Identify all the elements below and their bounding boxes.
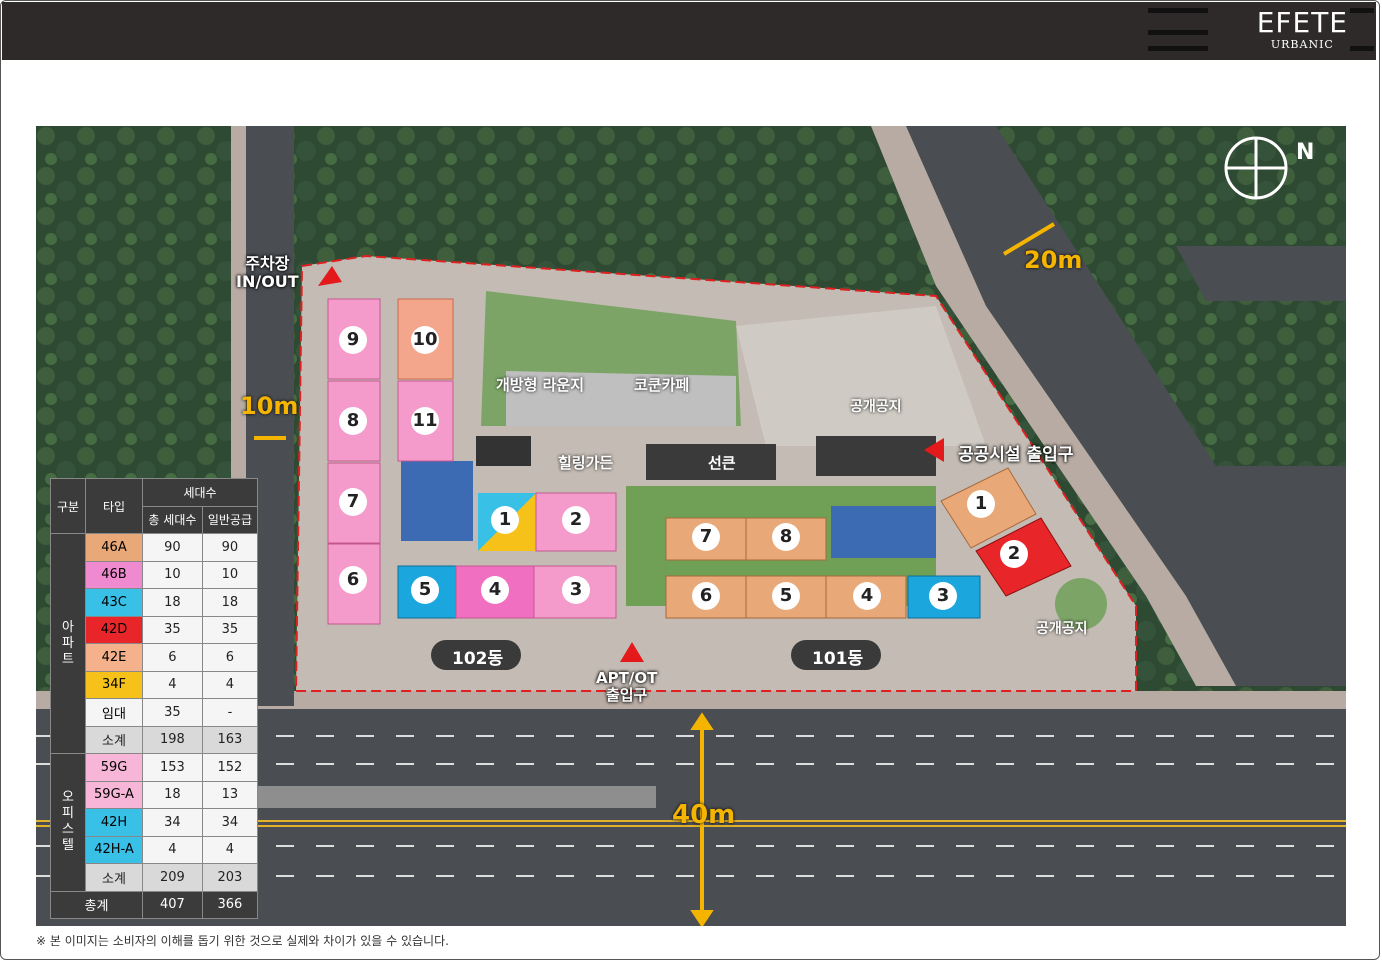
general-cell: 152 bbox=[201, 753, 259, 782]
total-cell: 4 bbox=[142, 670, 203, 699]
general-cell: 4 bbox=[201, 835, 259, 864]
general-cell: 6 bbox=[201, 643, 259, 672]
bldg102-unit-marker: 7 bbox=[339, 488, 367, 516]
parking-label-1: 주차장 bbox=[245, 254, 290, 273]
general-cell: 10 bbox=[201, 560, 259, 589]
grand-total-total: 407 bbox=[142, 890, 203, 919]
parking-label-2: IN/OUT bbox=[236, 272, 299, 291]
bldg-101-label: 101동 bbox=[812, 649, 864, 669]
header-bar: EFETE URBANIC bbox=[2, 2, 1376, 60]
household-table: 구분 타입 세대수 총 세대수 일반공급 아 파 트 46A 90 90 46B 10 10 43… bbox=[50, 478, 259, 919]
bldg-102-label: 102동 bbox=[452, 649, 504, 669]
sunken-label: 선큰 bbox=[708, 454, 736, 472]
subtotal-label: 소계 bbox=[85, 725, 143, 754]
table-row: 오 피 스 텔 59G 153 152 bbox=[50, 753, 259, 892]
bldg102-unit-marker: 8 bbox=[339, 407, 367, 435]
table-row: 아 파 트 46A 90 90 bbox=[50, 533, 259, 754]
road-10m-label: 10m bbox=[240, 392, 299, 420]
open-space-right-label: 공개공지 bbox=[1036, 621, 1088, 637]
bldg102-unit-marker: 11 bbox=[411, 407, 439, 435]
subtotal-label: 소계 bbox=[85, 863, 143, 892]
type-cell: 46B bbox=[85, 560, 143, 589]
brand-sub: URBANIC bbox=[1270, 38, 1334, 51]
apt-rows: 아 파 트 46A 90 90 46B 10 10 43C 18 18 42D 35 35 42E 6 6 34F 4… bbox=[50, 533, 259, 754]
apt-entrance-label: APT/OT 출입구 bbox=[596, 670, 657, 704]
general-cell: 90 bbox=[201, 533, 259, 562]
bldg102-unit-marker: 4 bbox=[481, 576, 509, 604]
bldg101-unit-marker: 5 bbox=[772, 582, 800, 610]
total-cell: 4 bbox=[142, 835, 203, 864]
apt-entrance-label-1: APT/OT bbox=[596, 669, 658, 687]
public-entrance-label: 공공시설 출입구 bbox=[958, 445, 1074, 465]
subtotal-general: 203 bbox=[201, 863, 259, 892]
healing-garden-label: 힐링가든 bbox=[558, 454, 614, 472]
subtotal-total: 198 bbox=[142, 725, 203, 754]
type-cell: 43C bbox=[85, 588, 143, 617]
type-cell: 42D bbox=[85, 615, 143, 644]
parking-label: 주차장 IN/OUT bbox=[236, 255, 299, 291]
bldg101-unit-marker: 4 bbox=[853, 582, 881, 610]
bldg101-unit-marker: 3 bbox=[929, 582, 957, 610]
footnote: ※ 본 이미지는 소비자의 이해를 돕기 위한 것으로 실제와 차이가 있을 수… bbox=[36, 934, 449, 948]
header-type: 타입 bbox=[85, 478, 143, 534]
road-40m-label: 40m bbox=[672, 800, 736, 830]
type-cell: 42H bbox=[85, 808, 143, 837]
type-cell: 59G-A bbox=[85, 780, 143, 809]
bldg102-unit-marker: 2 bbox=[562, 506, 590, 534]
total-cell: 90 bbox=[142, 533, 203, 562]
bldg102-unit-marker: 3 bbox=[562, 576, 590, 604]
total-cell: 153 bbox=[142, 753, 203, 782]
bldg102-unit-marker: 6 bbox=[339, 566, 367, 594]
apt-entrance-label-2: 출입구 bbox=[605, 686, 648, 704]
type-cell: 42E bbox=[85, 643, 143, 672]
total-cell: 10 bbox=[142, 560, 203, 589]
bldg102-unit-marker: 1 bbox=[491, 506, 519, 534]
header-general: 일반공급 bbox=[201, 505, 259, 534]
cafe-label: 코쿤카페 bbox=[634, 376, 690, 394]
total-cell: 35 bbox=[142, 698, 203, 727]
total-cell: 18 bbox=[142, 780, 203, 809]
type-cell: 46A bbox=[85, 533, 143, 562]
type-cell: 42H-A bbox=[85, 835, 143, 864]
header-households: 세대수 bbox=[142, 478, 258, 507]
bldg101-unit-marker: 6 bbox=[692, 582, 720, 610]
subtotal-general: 163 bbox=[201, 725, 259, 754]
bldg102-unit-marker: 5 bbox=[411, 576, 439, 604]
grand-total-general: 366 bbox=[201, 890, 259, 919]
bldg101-unit-marker: 1 bbox=[967, 490, 995, 518]
general-cell: 13 bbox=[201, 780, 259, 809]
off-rows: 오 피 스 텔 59G 153 152 59G-A 18 13 42H 34 34 42H-A 4 4 소계 20… bbox=[50, 753, 259, 892]
bldg101-unit-marker: 7 bbox=[692, 523, 720, 551]
total-cell: 34 bbox=[142, 808, 203, 837]
general-cell: - bbox=[201, 698, 259, 727]
type-cell: 34F bbox=[85, 670, 143, 699]
header-group: 구분 bbox=[50, 478, 86, 534]
road-20m-label: 20m bbox=[1024, 246, 1083, 274]
open-space-top-label: 공개공지 bbox=[850, 399, 902, 415]
bldg101-unit-marker: 2 bbox=[1000, 540, 1028, 568]
general-cell: 18 bbox=[201, 588, 259, 617]
type-cell: 59G bbox=[85, 753, 143, 782]
header-total: 총 세대수 bbox=[142, 505, 203, 534]
apt-group-label: 아파트 bbox=[50, 533, 86, 754]
general-cell: 4 bbox=[201, 670, 259, 699]
brand-name: EFETE bbox=[1256, 6, 1348, 39]
bldg101-unit-marker: 8 bbox=[772, 523, 800, 551]
general-cell: 35 bbox=[201, 615, 259, 644]
off-group-label: 오피스텔 bbox=[50, 753, 86, 892]
subtotal-total: 209 bbox=[142, 863, 203, 892]
general-cell: 34 bbox=[201, 808, 259, 837]
brand-logo: EFETE URBANIC bbox=[1256, 6, 1348, 52]
bldg102-unit-marker: 10 bbox=[411, 326, 439, 354]
type-cell: 임대 bbox=[85, 698, 143, 727]
grand-total-label: 총계 bbox=[50, 890, 143, 919]
total-cell: 6 bbox=[142, 643, 203, 672]
lounge-label: 개방형 라운지 bbox=[496, 376, 585, 394]
total-cell: 35 bbox=[142, 615, 203, 644]
compass-icon bbox=[1224, 136, 1288, 200]
bldg102-unit-marker: 9 bbox=[339, 326, 367, 354]
total-cell: 18 bbox=[142, 588, 203, 617]
compass-north-label: N bbox=[1296, 140, 1315, 165]
